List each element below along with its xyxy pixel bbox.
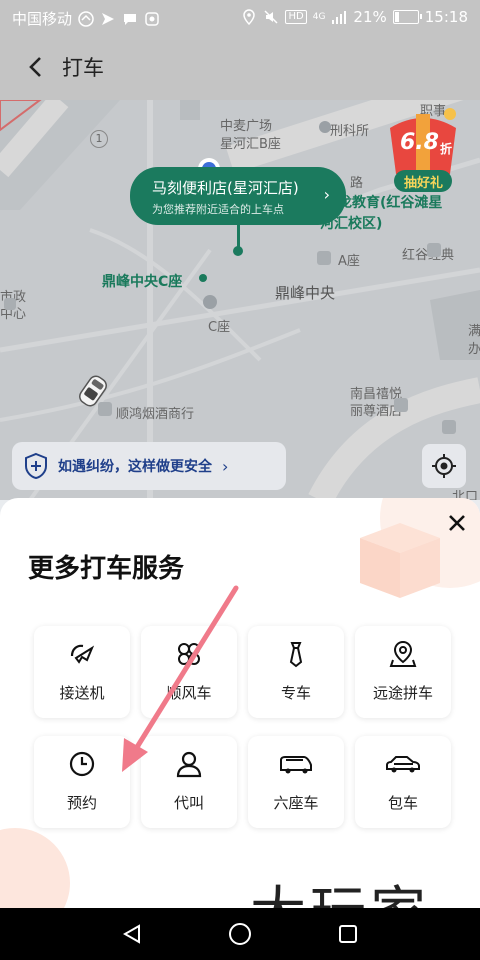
promo-discount-unit: 折 xyxy=(440,142,453,156)
map-label-road: 路 xyxy=(350,176,364,191)
nav-back-button[interactable] xyxy=(118,920,146,948)
service-label: 预约 xyxy=(66,794,97,812)
map-label-zhongmai: 中麦广场 xyxy=(220,119,273,134)
hotel-icon xyxy=(394,398,408,412)
carrier-name: 中国移动 xyxy=(12,10,73,28)
pickup-point-bubble[interactable]: 马刻便利店(星河汇店) 为您推荐附近适合的上车点 › xyxy=(130,167,346,225)
safety-tip-banner[interactable]: 如遇纠纷，这样做更安全 › xyxy=(12,442,286,490)
service-label: 包车 xyxy=(387,794,418,812)
more-services-sheet: 更多打车服务 接送机 顺风车 专车 远途拼车 预约 代叫 六座车 包车 xyxy=(0,498,480,908)
signal-icon xyxy=(332,11,347,24)
safety-tip-text: 如遇纠纷，这样做更安全 xyxy=(58,459,212,475)
location-icon xyxy=(243,9,256,25)
sheet-title: 更多打车服务 xyxy=(28,554,185,584)
service-long-distance-carpool[interactable]: 远途拼车 xyxy=(355,626,451,718)
crosshair-icon xyxy=(432,454,456,478)
poi-dot-icon xyxy=(203,295,217,309)
map-label-dingfeng: 鼎峰中央 xyxy=(275,284,336,302)
building-icon xyxy=(442,420,456,434)
service-label: 顺风车 xyxy=(166,684,212,702)
service-label: 远途拼车 xyxy=(372,684,433,702)
service-reservation[interactable]: 预约 xyxy=(34,736,130,828)
back-button[interactable] xyxy=(20,52,50,82)
map-label-right1: 满 xyxy=(468,324,480,339)
poi-dot-icon xyxy=(199,274,207,282)
pickup-point-hint: 为您推荐附近适合的上车点 xyxy=(152,203,284,216)
map-pin-icon xyxy=(389,640,417,667)
pickup-point-name: 马刻便利店(星河汇店) xyxy=(152,179,299,197)
chevron-right-icon: › xyxy=(222,456,229,476)
hd-badge: HD xyxy=(285,10,307,24)
mute-icon xyxy=(264,10,279,24)
nav-home-button[interactable] xyxy=(226,920,254,948)
road-number-badge: 1 xyxy=(90,130,108,148)
chevron-right-icon: › xyxy=(323,185,330,204)
service-hitch-ride[interactable]: 顺风车 xyxy=(141,626,237,718)
van-icon xyxy=(280,756,312,774)
building-icon xyxy=(317,251,331,265)
service-label: 接送机 xyxy=(59,684,105,702)
map-label-xingfu: 刑科所 xyxy=(330,124,370,139)
building-icon xyxy=(427,243,441,257)
page-title: 打车 xyxy=(62,56,104,80)
car-icon xyxy=(386,756,420,773)
service-airport-transfer[interactable]: 接送机 xyxy=(34,626,130,718)
system-nav-bar xyxy=(0,908,480,960)
triangle-back-icon xyxy=(122,924,140,944)
pickup-pin-dot xyxy=(233,246,243,256)
service-charter[interactable]: 包车 xyxy=(355,736,451,828)
map-label-right2: 办 xyxy=(468,342,480,357)
service-label: 六座车 xyxy=(273,794,319,812)
battery-icon xyxy=(392,10,422,24)
promo-discount: 6.8 xyxy=(400,130,439,155)
promo-action: 抽好礼 xyxy=(404,176,444,191)
status-bar: 中国移动 HD 4G 21% 15:18 xyxy=(0,0,480,34)
clock-icon xyxy=(69,751,95,777)
nav-recents-button[interactable] xyxy=(334,920,362,948)
map-view[interactable]: 1 中麦广场 星河汇B座 刑科所 职事 路 龙教育(红谷滩星 河汇校区) 红谷经… xyxy=(0,100,480,500)
chevron-left-icon xyxy=(29,57,41,77)
map-label-cseat: C座 xyxy=(208,320,231,335)
map-label-xinghe: 星河汇B座 xyxy=(220,137,281,152)
close-icon xyxy=(449,515,465,531)
shield-plus-icon xyxy=(25,452,47,480)
decorative-circle xyxy=(0,828,70,908)
service-call-for-others[interactable]: 代叫 xyxy=(141,736,237,828)
clock-time: 15:18 xyxy=(424,8,468,26)
building-icon xyxy=(4,298,16,310)
taxi-car-icon xyxy=(79,375,107,407)
app-notification-icon xyxy=(78,10,94,27)
chat-icon xyxy=(124,13,137,25)
shield-status-icon xyxy=(145,11,159,26)
battery-percent: 21% xyxy=(353,8,387,26)
square-recents-icon xyxy=(339,925,357,943)
service-label: 代叫 xyxy=(173,794,204,812)
person-icon xyxy=(176,751,202,778)
poi-dot-icon xyxy=(319,121,331,133)
map-label-aseat: A座 xyxy=(338,254,360,269)
app-header: 打车 xyxy=(0,34,480,100)
network-type: 4G xyxy=(312,12,326,22)
tie-icon xyxy=(289,642,303,668)
airplane-icon xyxy=(70,644,95,664)
service-label: 专车 xyxy=(280,684,311,702)
circle-home-icon xyxy=(229,923,251,945)
map-label-shunhong: 顺鸿烟酒商行 xyxy=(116,407,195,422)
locate-me-button[interactable] xyxy=(422,444,466,488)
map-label-dingfeng-c: 鼎峰中央C座 xyxy=(102,274,183,290)
service-premier[interactable]: 专车 xyxy=(248,626,344,718)
flower-icon xyxy=(178,643,200,665)
promo-badge[interactable]: 6.8 折 抽好礼 xyxy=(380,104,466,200)
service-six-seater[interactable]: 六座车 xyxy=(248,736,344,828)
close-button[interactable] xyxy=(444,510,470,536)
send-icon xyxy=(102,12,115,25)
